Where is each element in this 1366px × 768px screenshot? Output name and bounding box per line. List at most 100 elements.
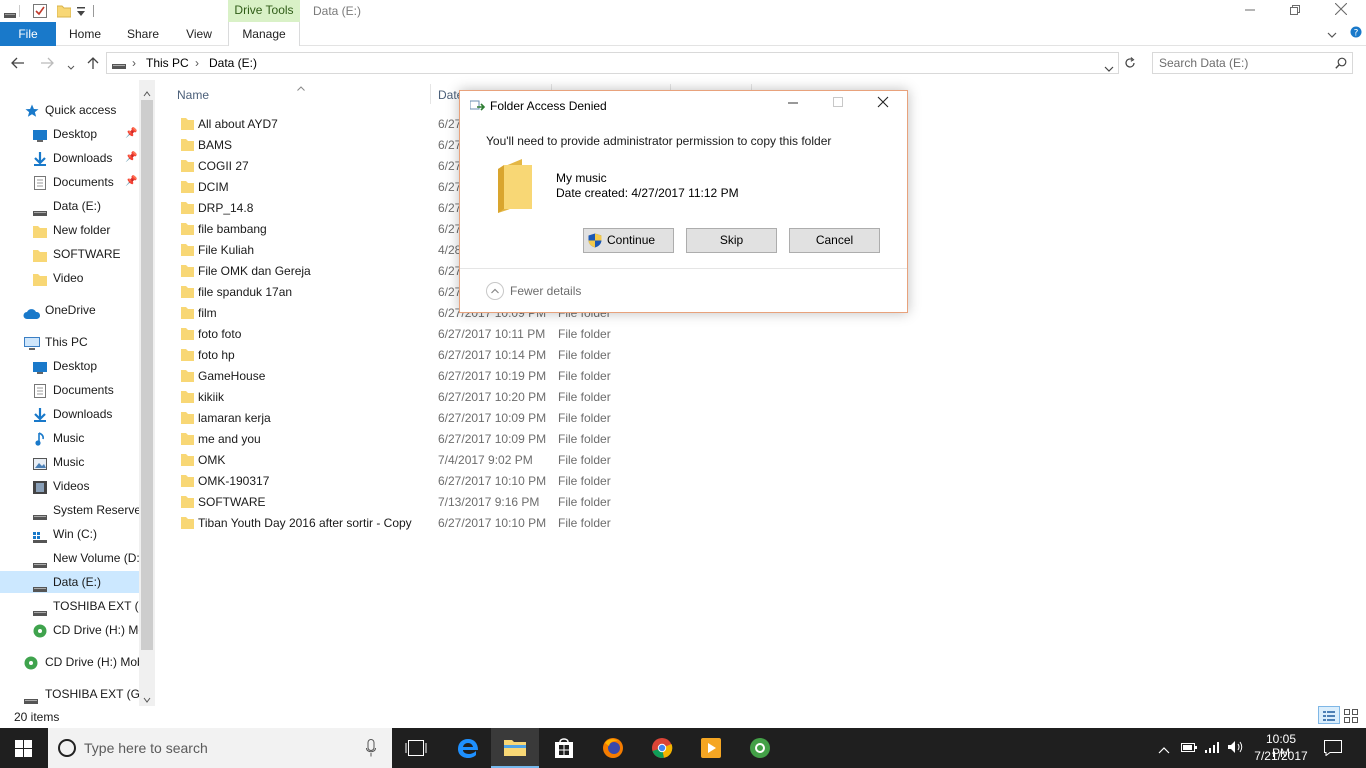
task-view-icon[interactable] bbox=[405, 740, 427, 759]
new-folder-icon[interactable] bbox=[56, 4, 72, 21]
nav-downloads-pinned[interactable]: Downloads 📌 bbox=[0, 147, 139, 169]
file-row[interactable]: foto foto 6/27/2017 10:11 PM File folder bbox=[170, 323, 630, 344]
search-input[interactable] bbox=[1159, 56, 1329, 70]
nav-toshiba-ext-root[interactable]: TOSHIBA EXT (G:) bbox=[0, 683, 139, 705]
nav-software[interactable]: SOFTWARE bbox=[0, 243, 139, 265]
dialog-maximize-button[interactable] bbox=[827, 96, 849, 114]
file-type: File folder bbox=[558, 495, 611, 509]
column-header-name[interactable]: Name bbox=[177, 88, 209, 102]
nav-video[interactable]: Video bbox=[0, 267, 139, 289]
restore-button[interactable] bbox=[1272, 0, 1318, 22]
nav-desktop[interactable]: Desktop bbox=[0, 355, 139, 377]
refresh-icon[interactable] bbox=[1124, 57, 1136, 72]
scroll-up-icon[interactable] bbox=[143, 86, 151, 100]
volume-icon[interactable] bbox=[1228, 740, 1244, 757]
nav-label: New Volume (D: bbox=[53, 551, 139, 565]
action-center-icon[interactable] bbox=[1324, 740, 1342, 759]
file-row[interactable]: kikiik 6/27/2017 10:20 PM File folder bbox=[170, 386, 630, 407]
nav-documents-pinned[interactable]: Documents 📌 bbox=[0, 171, 139, 193]
details-view-icon[interactable] bbox=[1318, 706, 1340, 724]
file-row[interactable]: SOFTWARE 7/13/2017 9:16 PM File folder bbox=[170, 491, 630, 512]
pin-icon[interactable]: 📌 bbox=[125, 123, 137, 145]
tab-home[interactable]: Home bbox=[60, 22, 110, 46]
dialog-close-button[interactable] bbox=[872, 96, 894, 114]
continue-button[interactable]: Continue bbox=[583, 228, 674, 253]
help-icon[interactable]: ? bbox=[1350, 26, 1362, 43]
breadcrumb-this-pc[interactable]: This PC bbox=[146, 56, 189, 70]
up-arrow-icon[interactable] bbox=[86, 56, 100, 73]
windows-start-icon[interactable] bbox=[15, 740, 32, 760]
network-icon[interactable] bbox=[1205, 741, 1221, 756]
nav-win-c[interactable]: Win (C:) bbox=[0, 523, 139, 545]
file-row[interactable]: GameHouse 6/27/2017 10:19 PM File folder bbox=[170, 365, 630, 386]
nav-label: Music bbox=[53, 431, 85, 445]
taskbar-store[interactable] bbox=[540, 728, 588, 768]
column-divider[interactable] bbox=[430, 84, 431, 104]
file-name: DCIM bbox=[198, 180, 229, 194]
file-row[interactable]: Tiban Youth Day 2016 after sortir - Copy… bbox=[170, 512, 630, 533]
scroll-down-icon[interactable] bbox=[143, 692, 151, 706]
nav-cd-drive-root[interactable]: CD Drive (H:) Mob bbox=[0, 651, 139, 673]
taskbar-search-box[interactable]: Type here to search bbox=[48, 728, 392, 768]
scroll-thumb[interactable] bbox=[141, 100, 153, 650]
nav-data-e[interactable]: Data (E:) bbox=[0, 571, 139, 593]
pin-icon[interactable]: 📌 bbox=[125, 171, 137, 193]
nav-pictures[interactable]: Music bbox=[0, 451, 139, 473]
nav-cd-drive[interactable]: CD Drive (H:) Mo bbox=[0, 619, 139, 641]
customize-qat-icon[interactable] bbox=[77, 6, 85, 20]
tab-file[interactable]: File bbox=[0, 22, 56, 46]
nav-onedrive[interactable]: OneDrive bbox=[0, 299, 139, 321]
cancel-button[interactable]: Cancel bbox=[789, 228, 880, 253]
file-row[interactable]: foto hp 6/27/2017 10:14 PM File folder bbox=[170, 344, 630, 365]
taskbar-firefox[interactable] bbox=[589, 728, 637, 768]
nav-new-volume-d[interactable]: New Volume (D: bbox=[0, 547, 139, 569]
battery-icon[interactable] bbox=[1181, 741, 1197, 756]
breadcrumb-data-e[interactable]: Data (E:) bbox=[209, 56, 257, 70]
nav-toshiba-ext[interactable]: TOSHIBA EXT (G bbox=[0, 595, 139, 617]
pin-icon[interactable]: 📌 bbox=[125, 147, 137, 169]
properties-icon[interactable] bbox=[33, 4, 47, 21]
nav-music[interactable]: Music bbox=[0, 427, 139, 449]
file-row[interactable]: lamaran kerja 6/27/2017 10:09 PM File fold… bbox=[170, 407, 630, 428]
forward-arrow-icon[interactable] bbox=[40, 57, 54, 72]
tab-view[interactable]: View bbox=[176, 22, 222, 46]
fewer-details-toggle[interactable]: Fewer details bbox=[510, 284, 581, 298]
skip-button[interactable]: Skip bbox=[686, 228, 777, 253]
nav-this-pc[interactable]: This PC bbox=[0, 331, 139, 353]
taskbar-media-player[interactable] bbox=[687, 728, 735, 768]
taskbar-file-explorer[interactable] bbox=[491, 728, 539, 768]
dialog-minimize-button[interactable] bbox=[782, 96, 804, 114]
search-box[interactable] bbox=[1152, 52, 1353, 74]
drive-icon[interactable] bbox=[4, 8, 16, 22]
large-icons-view-icon[interactable] bbox=[1344, 709, 1358, 726]
nav-downloads[interactable]: Downloads bbox=[0, 403, 139, 425]
file-row[interactable]: me and you 6/27/2017 10:09 PM File folder bbox=[170, 428, 630, 449]
nav-quick-access[interactable]: Quick access bbox=[0, 99, 139, 121]
nav-documents[interactable]: Documents bbox=[0, 379, 139, 401]
address-dropdown-icon[interactable] bbox=[1104, 61, 1114, 75]
tab-manage[interactable]: Manage bbox=[228, 22, 300, 46]
file-row[interactable]: OMK 7/4/2017 9:02 PM File folder bbox=[170, 449, 630, 470]
recent-locations-chevron-icon[interactable] bbox=[67, 60, 75, 74]
file-row[interactable]: OMK-190317 6/27/2017 10:10 PM File folder bbox=[170, 470, 630, 491]
microphone-icon[interactable] bbox=[366, 739, 376, 760]
nav-system-reserved[interactable]: System Reserved bbox=[0, 499, 139, 521]
chevron-up-icon[interactable] bbox=[1158, 743, 1170, 757]
taskbar-chrome[interactable] bbox=[638, 728, 686, 768]
clock-date[interactable]: 7/21/2017 bbox=[1253, 749, 1309, 763]
address-bar[interactable]: › This PC › Data (E:) bbox=[106, 52, 1119, 74]
nav-scrollbar[interactable] bbox=[139, 80, 155, 706]
expand-ribbon-icon[interactable] bbox=[1327, 28, 1337, 42]
tab-share[interactable]: Share bbox=[118, 22, 168, 46]
nav-desktop-pinned[interactable]: Desktop 📌 bbox=[0, 123, 139, 145]
taskbar-green-app[interactable] bbox=[736, 728, 784, 768]
search-icon[interactable] bbox=[1335, 57, 1347, 72]
nav-new-folder[interactable]: New folder bbox=[0, 219, 139, 241]
chevron-up-circle-icon[interactable] bbox=[486, 282, 504, 303]
close-button[interactable] bbox=[1318, 0, 1364, 22]
taskbar-edge[interactable] bbox=[443, 728, 491, 768]
nav-videos[interactable]: Videos bbox=[0, 475, 139, 497]
nav-data-e-quick[interactable]: Data (E:) bbox=[0, 195, 139, 217]
back-arrow-icon[interactable] bbox=[11, 57, 25, 72]
minimize-button[interactable] bbox=[1227, 0, 1273, 22]
